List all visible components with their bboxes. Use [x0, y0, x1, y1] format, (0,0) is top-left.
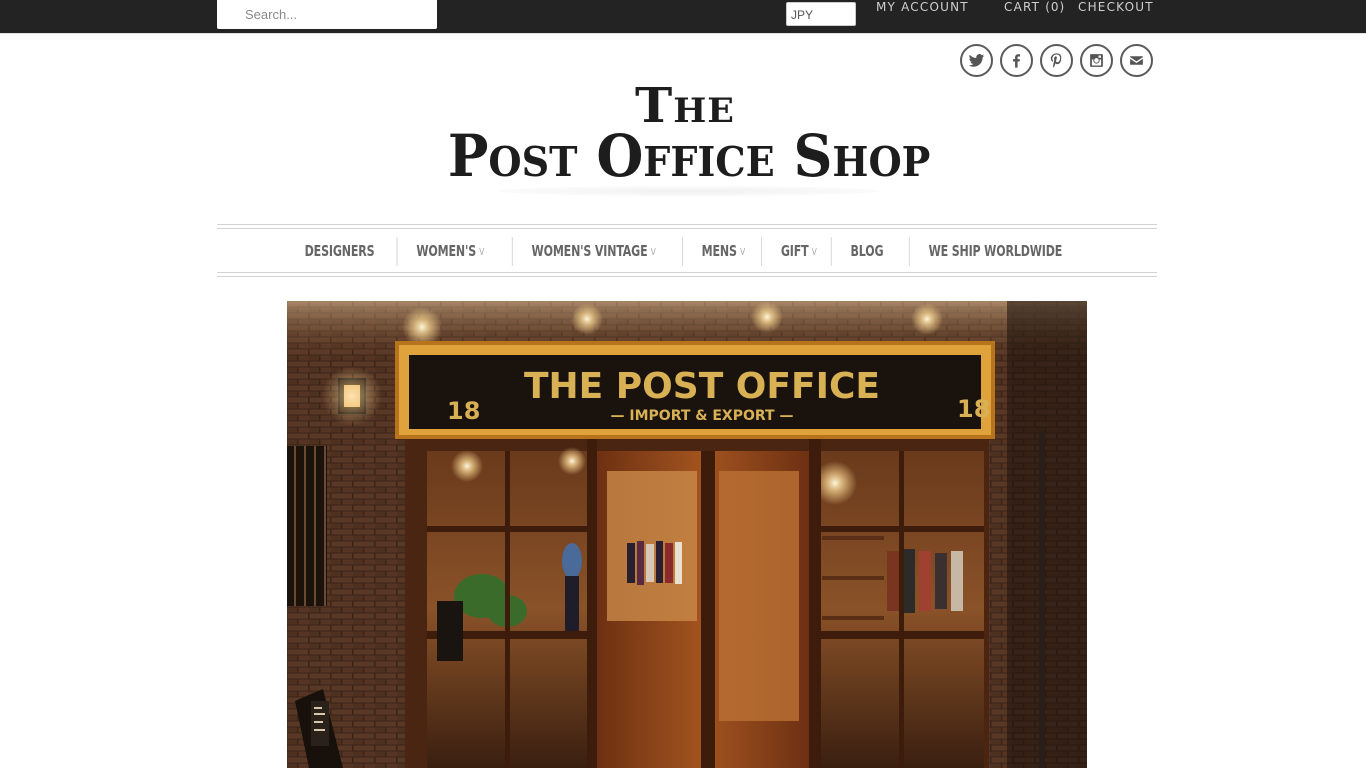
sign-number-left: 18	[447, 397, 480, 425]
nav-item-label: DESIGNERS	[304, 242, 375, 260]
nav-item-designers[interactable]: DESIGNERS	[285, 237, 392, 266]
nav-item-label: MENS	[701, 242, 737, 260]
pinterest-icon[interactable]	[1040, 44, 1073, 77]
site-logo[interactable]: The Post Office Shop	[430, 80, 940, 200]
nav-menu: DESIGNERS WOMEN'S v WOMEN'S VINTAGE v MENS v GI…	[217, 237, 1157, 266]
cart-label: CART	[1004, 0, 1041, 14]
twitter-icon[interactable]	[960, 44, 993, 77]
sign-title: THE POST OFFICE	[524, 366, 880, 407]
hero-storefront-image: 18 18 THE POST OFFICE — IMPORT & EXPORT …	[287, 301, 1087, 768]
nav-item-mens[interactable]: MENS v	[681, 237, 764, 266]
logo-line-2: Post Office Shop	[447, 122, 931, 190]
checkout-link[interactable]: CHECKOUT	[1078, 0, 1154, 28]
nav-item-label: GIFT	[780, 242, 809, 260]
facebook-icon[interactable]	[1000, 44, 1033, 77]
chevron-down-icon: v	[479, 247, 484, 258]
nav-item-gift[interactable]: GIFT v	[760, 237, 835, 266]
logo-shadow	[500, 186, 880, 196]
top-bar: JPY MY ACCOUNT CART (0) CHECKOUT	[0, 0, 1366, 34]
cart-count: (0)	[1045, 0, 1066, 14]
nav-item-we-ship-worldwide[interactable]: WE SHIP WORLDWIDE	[909, 237, 1081, 266]
main-navigation: DESIGNERS WOMEN'S v WOMEN'S VINTAGE v MENS v GI…	[217, 224, 1157, 277]
chevron-down-icon: v	[739, 247, 745, 258]
nav-item-women-s[interactable]: WOMEN'S v	[396, 237, 502, 266]
nav-item-label: WOMEN'S	[416, 242, 476, 260]
sign-subtitle: — IMPORT & EXPORT —	[611, 408, 794, 424]
email-icon[interactable]	[1120, 44, 1153, 77]
nav-item-label: BLOG	[850, 242, 884, 260]
social-links	[960, 44, 1153, 77]
nav-item-label: WOMEN'S VINTAGE	[531, 242, 648, 260]
nav-item-women-s-vintage[interactable]: WOMEN'S VINTAGE v	[512, 237, 675, 266]
storefront-illustration: 18 18 THE POST OFFICE — IMPORT & EXPORT …	[287, 301, 1087, 768]
nav-item-blog[interactable]: BLOG	[831, 237, 902, 266]
instagram-icon[interactable]	[1080, 44, 1113, 77]
chevron-down-icon: v	[651, 247, 657, 258]
cart-link[interactable]: CART (0)	[1004, 0, 1065, 28]
sign-number-right: 18	[957, 395, 990, 423]
chevron-down-icon: v	[811, 247, 817, 258]
my-account-link[interactable]: MY ACCOUNT	[876, 0, 969, 28]
search-input[interactable]	[217, 0, 437, 29]
nav-item-label: WE SHIP WORLDWIDE	[928, 242, 1063, 260]
currency-select[interactable]: JPY	[786, 2, 856, 26]
